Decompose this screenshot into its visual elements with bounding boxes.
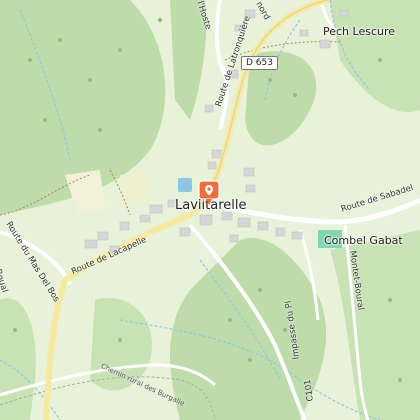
place-label-combel-gabat: Combel Gabat — [324, 234, 403, 247]
forest-area — [330, 0, 420, 112]
forest-area — [170, 238, 327, 420]
location-pin-icon[interactable] — [198, 180, 220, 206]
minor-road — [214, 0, 230, 131]
forest-area — [0, 298, 36, 420]
road-shield-d653: D 653 — [241, 56, 278, 70]
pond — [178, 178, 192, 192]
place-label-pech-lescure: Pech Lescure — [323, 25, 396, 38]
forest-area — [330, 230, 420, 420]
map-canvas[interactable]: D 653 Pech Lescure Combel Gabat Laviitar… — [0, 0, 420, 420]
